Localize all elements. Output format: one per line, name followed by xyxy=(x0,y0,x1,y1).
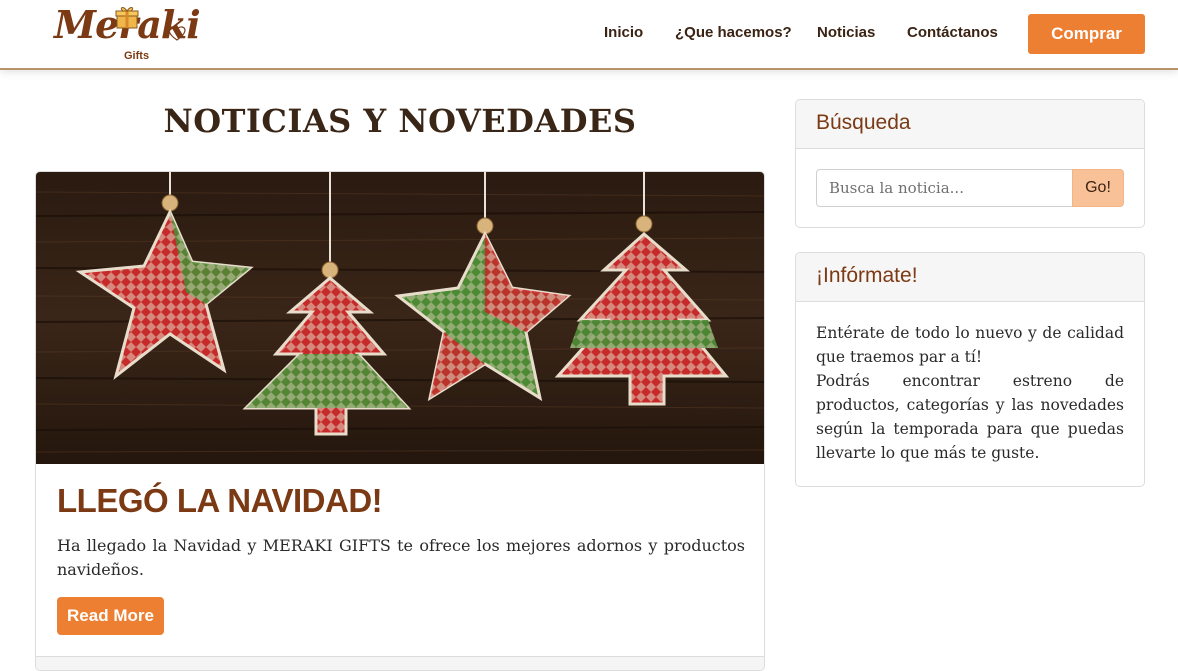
heart-outline-icon xyxy=(168,26,186,41)
navbar: Meraki Gifts Inicio ¿Que hacemos? Notici… xyxy=(0,0,1178,70)
gift-icon xyxy=(115,7,139,29)
post-card: LLEGÓ LA NAVIDAD! Ha llegado la Navidad … xyxy=(35,171,765,671)
nav-link-contactanos[interactable]: Contáctanos xyxy=(907,24,998,41)
meraki-gifts-logo[interactable]: Meraki Gifts xyxy=(54,2,201,66)
nav-link-noticias[interactable]: Noticias xyxy=(817,24,875,41)
nav-link-que-hacemos[interactable]: ¿Que hacemos? xyxy=(675,24,792,41)
info-paragraph-2: Podrás encontrar estreno de productos, c… xyxy=(816,372,1124,462)
post-excerpt: Ha llegado la Navidad y MERAKI GIFTS te … xyxy=(57,536,745,579)
nav-link-inicio[interactable]: Inicio xyxy=(604,24,643,41)
search-group: Go! xyxy=(816,169,1124,207)
search-widget: Búsqueda Go! xyxy=(795,99,1145,228)
christmas-ornaments-image[interactable] xyxy=(36,172,764,464)
info-widget: ¡Infórmate! Entérate de todo lo nuevo y … xyxy=(795,252,1145,487)
read-more-button[interactable]: Read More xyxy=(57,597,164,635)
comprar-button[interactable]: Comprar xyxy=(1028,14,1145,54)
post-title[interactable]: LLEGÓ LA NAVIDAD! xyxy=(57,482,383,520)
logo-subtitle: Gifts xyxy=(124,50,150,62)
post-card-footer xyxy=(36,656,764,670)
search-input[interactable] xyxy=(816,169,1072,207)
page-title: NOTICIAS Y NOVEDADES xyxy=(163,102,637,140)
info-widget-body: Entérate de todo lo nuevo y de calidad q… xyxy=(796,302,1144,484)
search-widget-title: Búsqueda xyxy=(796,100,1144,149)
info-paragraph-1: Entérate de todo lo nuevo y de calidad q… xyxy=(816,324,1124,366)
search-go-button[interactable]: Go! xyxy=(1072,169,1124,207)
info-widget-title: ¡Infórmate! xyxy=(796,253,1144,302)
